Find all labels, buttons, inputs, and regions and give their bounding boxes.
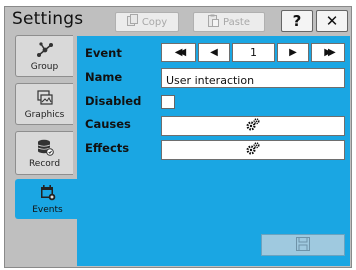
gears-icon <box>245 117 261 136</box>
paste-button[interactable]: Paste <box>193 12 265 32</box>
name-field-box <box>161 68 345 90</box>
disabled-label: Disabled <box>85 94 142 108</box>
paste-label: Paste <box>223 16 250 28</box>
prev-icon: ◀ <box>210 47 218 58</box>
tab-events-label: Events <box>32 204 63 215</box>
tab-events[interactable]: Events <box>15 179 79 219</box>
tab-group-label: Group <box>30 61 59 72</box>
tab-record-label: Record <box>28 158 61 169</box>
first-icon: ◀◀ <box>174 47 187 58</box>
settings-window: Settings Copy Paste ? ✕ Group Graphics R… <box>4 6 352 268</box>
events-panel: Event ◀◀ ◀ 1 ▶ ▶▶ Name Disabled Causes <box>77 36 350 266</box>
close-button[interactable]: ✕ <box>316 10 348 32</box>
save-icon <box>296 236 310 255</box>
tab-graphics-label: Graphics <box>24 109 65 120</box>
event-number: 1 <box>232 43 275 62</box>
paste-icon <box>208 14 219 30</box>
help-icon: ? <box>292 12 302 30</box>
last-event-button[interactable]: ▶▶ <box>311 43 345 62</box>
disabled-checkbox[interactable] <box>161 95 175 109</box>
graphics-icon <box>36 89 54 107</box>
event-number-value: 1 <box>250 46 257 59</box>
tab-graphics[interactable]: Graphics <box>15 83 73 125</box>
tab-group[interactable]: Group <box>15 35 73 77</box>
first-event-button[interactable]: ◀◀ <box>161 43 196 62</box>
next-event-button[interactable]: ▶ <box>277 43 309 62</box>
group-icon <box>36 41 54 59</box>
close-icon: ✕ <box>325 12 339 30</box>
name-input[interactable] <box>162 71 344 90</box>
effects-label: Effects <box>85 141 130 155</box>
name-label: Name <box>85 70 123 84</box>
next-icon: ▶ <box>289 47 297 58</box>
event-label: Event <box>85 46 122 60</box>
events-icon <box>39 184 57 202</box>
record-icon <box>36 138 54 156</box>
causes-field[interactable] <box>161 116 345 136</box>
last-icon: ▶▶ <box>324 47 336 58</box>
window-title: Settings <box>12 9 84 29</box>
copy-label: Copy <box>141 16 168 28</box>
causes-label: Causes <box>85 117 131 131</box>
prev-event-button[interactable]: ◀ <box>198 43 230 62</box>
copy-icon <box>126 14 138 30</box>
copy-button[interactable]: Copy <box>115 12 179 32</box>
help-button[interactable]: ? <box>281 10 313 32</box>
effects-field[interactable] <box>161 140 345 160</box>
tab-record[interactable]: Record <box>15 131 73 175</box>
gears-icon <box>245 141 261 160</box>
save-button[interactable] <box>261 234 345 256</box>
